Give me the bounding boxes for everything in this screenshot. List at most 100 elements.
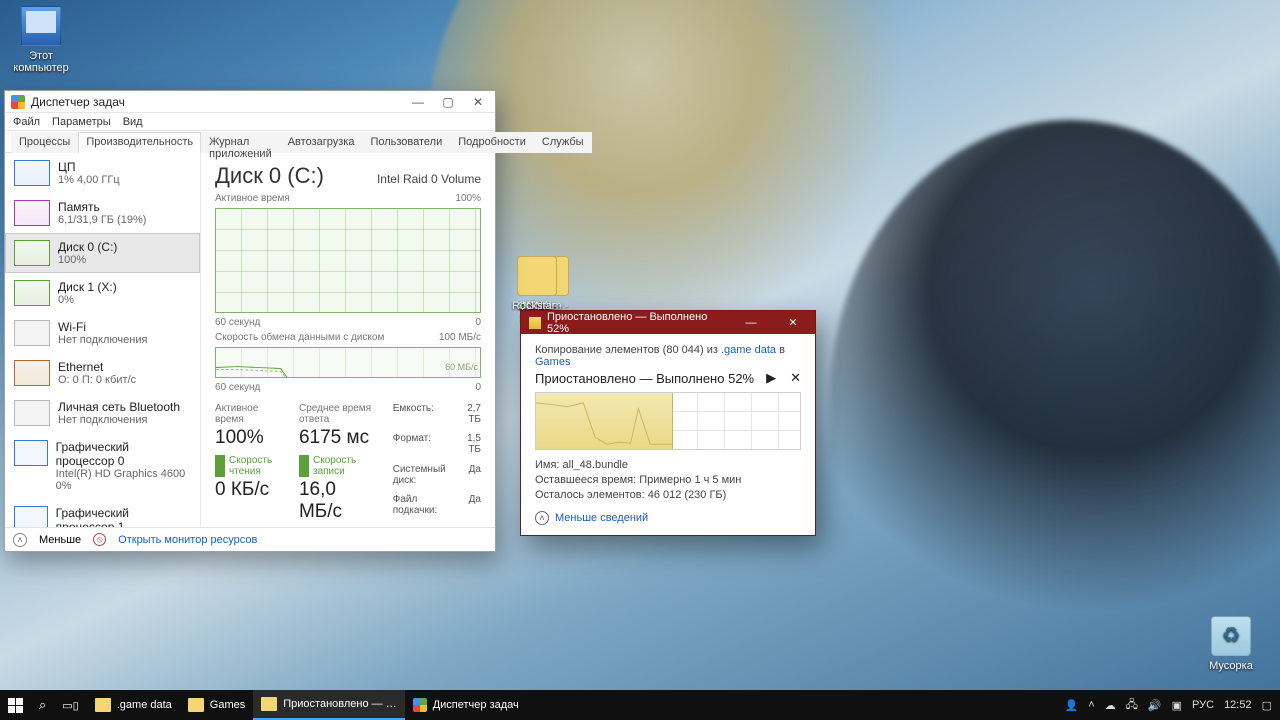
desktop-icon-this-pc[interactable]: Этот компьютер xyxy=(10,6,72,74)
tab-processes[interactable]: Процессы xyxy=(11,132,78,153)
copy-status-text: Приостановлено — Выполнено 52% xyxy=(535,371,754,386)
battery-icon[interactable]: ▣ xyxy=(1172,699,1182,712)
menu-view[interactable]: Вид xyxy=(123,116,143,128)
plot2-title: Скорость обмена данными с диском xyxy=(215,332,384,343)
collapse-icon[interactable]: ˄ xyxy=(13,533,27,547)
taskbar-item-copy[interactable]: Приостановлено — … xyxy=(253,690,404,720)
taskbar-item-game-data[interactable]: .game data xyxy=(87,690,180,720)
system-tray: 👤 ˄ ☁ 🖧 🔊 ▣ РУС 12:52 ▢ xyxy=(1057,690,1280,720)
taskbar: ⌕ ▭▯ .game data Games Приостановлено — …… xyxy=(0,690,1280,720)
menu-bar: Файл Параметры Вид xyxy=(5,113,495,131)
onedrive-icon[interactable]: ☁ xyxy=(1105,699,1116,712)
tab-startup[interactable]: Автозагрузка xyxy=(280,132,363,153)
chevron-up-icon: ˄ xyxy=(535,511,549,525)
x-right: 0 xyxy=(475,317,481,328)
x-right2: 0 xyxy=(475,382,481,393)
minimize-button[interactable]: ― xyxy=(403,92,433,112)
windows-logo-icon xyxy=(8,698,23,713)
x-left2: 60 секунд xyxy=(215,382,260,393)
volume-icon[interactable]: 🔊 xyxy=(1148,699,1162,712)
sidebar-item-disk0[interactable]: Диск 0 (C:)100% xyxy=(5,233,200,273)
folder-icon xyxy=(188,698,204,712)
cpu-thumb-icon xyxy=(14,160,50,186)
tab-bar: Процессы Производительность Журнал прило… xyxy=(5,131,495,153)
tab-users[interactable]: Пользователи xyxy=(362,132,450,153)
copy-titlebar[interactable]: Приостановлено — Выполнено 52% ― ✕ xyxy=(521,311,815,334)
task-manager-icon xyxy=(11,95,25,109)
file-copy-window: Приостановлено — Выполнено 52% ― ✕ Копир… xyxy=(520,310,816,536)
copy-summary-line: Копирование элементов (80 044) из .game … xyxy=(535,344,801,368)
copy-source-link[interactable]: .game data xyxy=(721,344,776,356)
sidebar-item-bluetooth[interactable]: Личная сеть BluetoothНет подключения xyxy=(5,393,200,433)
disk-thumb-icon xyxy=(14,240,50,266)
recycle-icon xyxy=(1211,616,1251,656)
open-resource-monitor-link[interactable]: Открыть монитор ресурсов xyxy=(118,534,257,546)
disk-thumb-icon xyxy=(14,280,50,306)
plot1-max: 100% xyxy=(455,193,481,204)
stat-write-value: 16,0 МБ/с xyxy=(299,479,375,523)
resume-button[interactable]: ▶ xyxy=(766,370,776,386)
copy-dest-link[interactable]: Games xyxy=(535,356,570,368)
task-view-button[interactable]: ▭▯ xyxy=(54,690,86,720)
stat-avg-value: 6175 мс xyxy=(299,427,375,449)
titlebar[interactable]: Диспетчер задач ― ▢ ✕ xyxy=(5,91,495,113)
active-time-chart xyxy=(215,208,481,313)
tab-details[interactable]: Подробности xyxy=(450,132,534,153)
close-button[interactable]: ✕ xyxy=(775,313,811,333)
detail-model: Intel Raid 0 Volume xyxy=(377,172,481,186)
explorer-icon xyxy=(529,317,541,329)
fewer-details-link[interactable]: ˄ Меньше сведений xyxy=(535,511,801,525)
input-language[interactable]: РУС xyxy=(1192,699,1214,711)
tab-services[interactable]: Службы xyxy=(534,132,592,153)
icon-label: Мусорка xyxy=(1200,660,1262,672)
ethernet-thumb-icon xyxy=(14,360,50,386)
folder-icon xyxy=(517,256,557,296)
folder-icon xyxy=(261,697,277,711)
throughput-chart: 60 МБ/с xyxy=(215,347,481,378)
folder-icon xyxy=(95,698,111,712)
network-icon[interactable]: 🖧 xyxy=(1126,696,1138,715)
stat-read-value: 0 КБ/с xyxy=(215,479,281,501)
plot1-title: Активное время xyxy=(215,193,290,204)
sidebar-item-memory[interactable]: Память6,1/31,9 ГБ (19%) xyxy=(5,193,200,233)
gpu-thumb-icon xyxy=(14,506,48,527)
fewer-details-link[interactable]: Меньше xyxy=(39,534,81,546)
tray-chevron-icon[interactable]: ˄ xyxy=(1088,699,1094,711)
copy-details: Имя: all_48.bundle Оставшееся время: При… xyxy=(535,458,801,503)
maximize-button[interactable]: ▢ xyxy=(433,92,463,112)
sidebar-item-disk1[interactable]: Диск 1 (X:)0% xyxy=(5,273,200,313)
desktop-icon-recycle-bin[interactable]: Мусорка xyxy=(1200,616,1262,672)
wifi-thumb-icon xyxy=(14,320,50,346)
window-title: Диспетчер задач xyxy=(31,95,403,109)
stop-icon: ⦸ xyxy=(93,533,106,546)
taskbar-item-taskmgr[interactable]: Диспетчер задач xyxy=(405,690,527,720)
stat-active-value: 100% xyxy=(215,427,281,449)
task-manager-window: Диспетчер задач ― ▢ ✕ Файл Параметры Вид… xyxy=(4,90,496,552)
close-button[interactable]: ✕ xyxy=(463,92,493,112)
plot2-max: 100 МБ/с xyxy=(439,332,481,343)
sidebar-item-gpu0[interactable]: Графический процессор 0Intel(R) HD Graph… xyxy=(5,433,200,499)
search-button[interactable]: ⌕ xyxy=(31,690,54,720)
start-button[interactable] xyxy=(0,690,31,720)
copy-window-title: Приостановлено — Выполнено 52% xyxy=(547,311,727,335)
gpu-thumb-icon xyxy=(14,440,48,466)
tab-app-history[interactable]: Журнал приложений xyxy=(201,132,280,153)
tab-performance[interactable]: Производительность xyxy=(78,132,201,153)
minimize-button[interactable]: ― xyxy=(733,313,769,333)
stat-avg-label: Среднее время ответа xyxy=(299,403,375,425)
sidebar-item-cpu[interactable]: ЦП1% 4,00 ГГц xyxy=(5,153,200,193)
x-left: 60 секунд xyxy=(215,317,260,328)
cancel-button[interactable]: ✕ xyxy=(790,370,801,386)
disk-properties: Емкость:2,7 ТБ Формат:1,5 ТБ Системный д… xyxy=(393,403,481,523)
sidebar-item-wifi[interactable]: Wi-FiНет подключения xyxy=(5,313,200,353)
menu-file[interactable]: Файл xyxy=(13,116,40,128)
sidebar-item-gpu1[interactable]: Графический процессор 1NVIDIA GeForce GT… xyxy=(5,499,200,527)
action-center-icon[interactable]: ▢ xyxy=(1262,699,1272,712)
menu-options[interactable]: Параметры xyxy=(52,116,111,128)
performance-sidebar: ЦП1% 4,00 ГГц Память6,1/31,9 ГБ (19%) Ди… xyxy=(5,153,201,527)
people-icon[interactable]: 👤 xyxy=(1065,699,1079,712)
clock[interactable]: 12:52 xyxy=(1224,699,1252,711)
taskbar-item-games[interactable]: Games xyxy=(180,690,253,720)
stat-write-label: Скорость записи xyxy=(299,455,375,477)
sidebar-item-ethernet[interactable]: EthernetО: 0 П: 0 кбит/с xyxy=(5,353,200,393)
